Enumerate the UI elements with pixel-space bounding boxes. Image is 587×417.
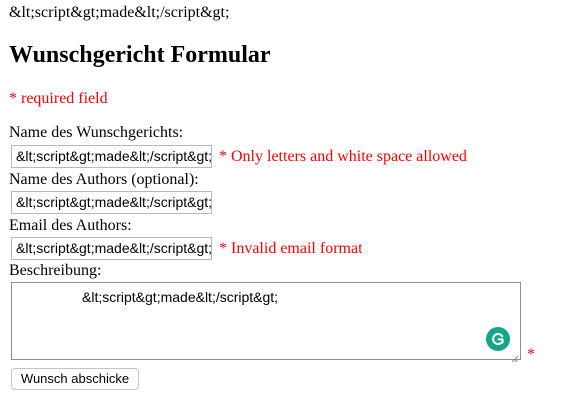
email-label: Email des Authors: [9,217,132,234]
author-input[interactable]: &lt;script&gt;made&lt;/script&gt; [11,191,212,214]
page-title: Wunschgericht Formular [9,42,271,68]
name-label: Name des Wunschgerichts: [9,124,184,141]
email-input[interactable]: &lt;script&gt;made&lt;/script&gt; [11,237,212,260]
submit-button[interactable]: Wunsch abschicke [11,368,139,390]
name-error: * Only letters and white space allowed [219,148,467,165]
description-textarea[interactable]: &lt;script&gt;made&lt;/script&gt; [11,282,521,363]
resize-handle-icon[interactable] [511,350,519,363]
description-text: &lt;script&gt;made&lt;/script&gt; [82,289,279,305]
grammarly-icon[interactable] [486,327,510,351]
name-input[interactable]: &lt;script&gt;made&lt;/script&gt; [11,145,212,168]
output-text: &lt;script&gt;made&lt;/script&gt; [9,4,230,21]
email-error: * Invalid email format [219,240,363,257]
required-field-note: * required field [9,90,108,107]
author-label: Name des Authors (optional): [9,171,199,188]
description-required-marker: * [527,346,535,363]
description-label: Beschreibung: [9,262,102,279]
